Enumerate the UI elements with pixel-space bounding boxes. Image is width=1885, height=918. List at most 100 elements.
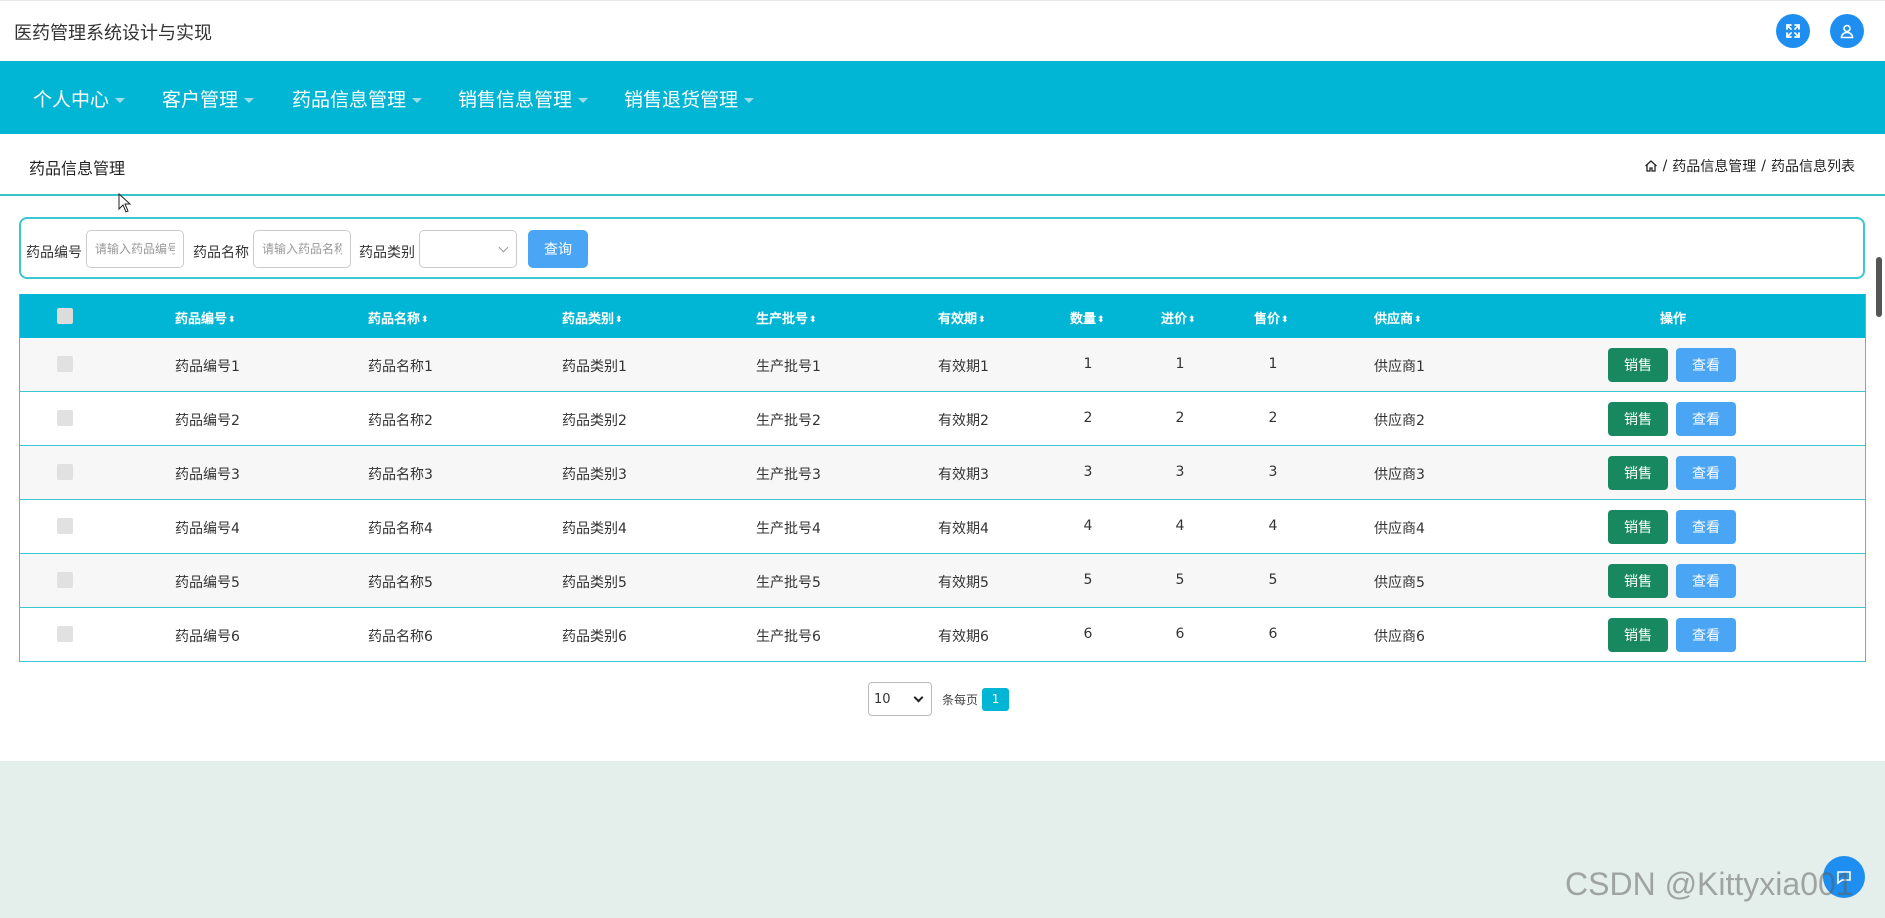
table-row: 药品编号6 药品名称6 药品类别6 生产批号6 有效期6 6 6 6 供应商6 销售 查看 [20,608,1865,662]
user-icon [1840,24,1854,39]
cell-supplier: 供应商1 [1374,359,1425,375]
view-button[interactable]: 查看 [1676,618,1736,652]
scrollbar-thumb[interactable] [1876,257,1882,317]
sort-icon: ⬍ [1281,315,1289,325]
col-expiry[interactable]: 有效期⬍ [938,308,986,327]
sort-icon: ⬍ [1097,315,1105,325]
col-label: 生产批号 [756,312,809,327]
cell-drug-code: 药品编号1 [175,359,240,375]
row-checkbox[interactable] [57,572,73,588]
cell-drug-code: 药品编号5 [175,575,240,591]
cell-drug-code: 药品编号3 [175,467,240,483]
table-body: 药品编号1 药品名称1 药品类别1 生产批号1 有效期1 1 1 1 供应商1 销售 查看 药品编号2… [20,338,1865,662]
nav-label: 销售退货管理 [624,89,739,111]
row-checkbox[interactable] [57,356,73,372]
cell-sale-price: 6 [1268,626,1278,642]
col-label: 数量 [1070,312,1097,327]
cell-supplier: 供应商2 [1374,413,1425,429]
cell-drug-name: 药品名称6 [368,629,433,645]
sort-icon: ⬍ [809,315,817,325]
col-actions: 操作 [1660,312,1687,327]
col-sale-price[interactable]: 售价⬍ [1254,308,1289,327]
caret-down-icon [244,98,255,103]
sell-button[interactable]: 销售 [1608,402,1668,436]
cell-sale-price: 1 [1268,356,1278,372]
cell-drug-category: 药品类别2 [562,413,627,429]
col-drug-name[interactable]: 药品名称⬍ [368,308,429,327]
row-checkbox[interactable] [57,410,73,426]
query-button[interactable]: 查询 [528,230,588,268]
cell-quantity: 3 [1083,464,1093,480]
view-button[interactable]: 查看 [1676,348,1736,382]
col-cost-price[interactable]: 进价⬍ [1161,308,1196,327]
row-checkbox[interactable] [57,464,73,480]
sort-icon: ⬍ [421,315,429,325]
sell-button[interactable]: 销售 [1608,618,1668,652]
cell-quantity: 5 [1083,572,1093,588]
col-label: 药品类别 [562,312,615,327]
drug-table: 药品编号⬍ 药品名称⬍ 药品类别⬍ 生产批号⬍ 有效期⬍ 数量⬍ 进价⬍ 售价⬍… [19,294,1866,662]
sort-icon: ⬍ [615,315,623,325]
drug-code-input[interactable] [86,230,184,268]
sell-button[interactable]: 销售 [1608,456,1668,490]
col-supplier[interactable]: 供应商⬍ [1374,308,1422,327]
cell-cost-price: 4 [1175,518,1185,534]
nav-drug-info-management[interactable]: 药品信息管理 [292,85,423,112]
page-header: 药品信息管理 / 药品信息管理 / 药品信息列表 [0,134,1885,196]
sort-icon: ⬍ [228,315,236,325]
drug-name-input[interactable] [253,230,351,268]
cell-drug-category: 药品类别1 [562,359,627,375]
nav-label: 销售信息管理 [458,89,573,111]
caret-down-icon [744,98,755,103]
cell-batch-number: 生产批号6 [756,629,821,645]
nav-sales-info-management[interactable]: 销售信息管理 [458,85,589,112]
chevron-down-icon [498,242,509,253]
cell-batch-number: 生产批号1 [756,359,821,375]
view-button[interactable]: 查看 [1676,564,1736,598]
view-button[interactable]: 查看 [1676,456,1736,490]
cell-supplier: 供应商6 [1374,629,1425,645]
cell-batch-number: 生产批号2 [756,413,821,429]
drug-code-label: 药品编号 [26,245,82,261]
col-drug-category[interactable]: 药品类别⬍ [562,308,623,327]
nav-customer-management[interactable]: 客户管理 [162,85,255,112]
drug-category-select[interactable] [419,230,517,268]
sell-button[interactable]: 销售 [1608,564,1668,598]
cell-sale-price: 2 [1268,410,1278,426]
cell-cost-price: 6 [1175,626,1185,642]
main-nav: 个人中心 客户管理 药品信息管理 销售信息管理 销售退货管理 [0,61,1885,134]
view-button[interactable]: 查看 [1676,510,1736,544]
cell-supplier: 供应商3 [1374,467,1425,483]
nav-sales-return-management[interactable]: 销售退货管理 [624,85,755,112]
cell-drug-category: 药品类别5 [562,575,627,591]
cell-cost-price: 3 [1175,464,1185,480]
col-drug-code[interactable]: 药品编号⬍ [175,308,236,327]
cell-cost-price: 1 [1175,356,1185,372]
fullscreen-button[interactable] [1776,14,1810,48]
row-checkbox[interactable] [57,626,73,642]
cell-cost-price: 2 [1175,410,1185,426]
cell-sale-price: 5 [1268,572,1278,588]
nav-personal-center[interactable]: 个人中心 [33,85,126,112]
cell-expiry: 有效期3 [938,467,989,483]
sort-icon: ⬍ [1188,315,1196,325]
main-content: 药品信息管理 / 药品信息管理 / 药品信息列表 药品编号 药品名称 药品类别 … [0,134,1885,761]
page-title: 药品信息管理 [29,159,126,178]
view-button[interactable]: 查看 [1676,402,1736,436]
col-quantity[interactable]: 数量⬍ [1070,308,1105,327]
breadcrumb-item[interactable]: 药品信息管理 [1672,156,1756,176]
sell-button[interactable]: 销售 [1608,348,1668,382]
table-header: 药品编号⬍ 药品名称⬍ 药品类别⬍ 生产批号⬍ 有效期⬍ 数量⬍ 进价⬍ 售价⬍… [20,294,1865,338]
page-number-current[interactable]: 1 [982,687,1010,711]
col-batch-number[interactable]: 生产批号⬍ [756,308,817,327]
row-checkbox[interactable] [57,518,73,534]
cell-drug-category: 药品类别3 [562,467,627,483]
page-size-select[interactable]: 10 [868,682,932,716]
cell-drug-name: 药品名称3 [368,467,433,483]
pagination: 10 条每页 1 [868,682,1010,716]
user-button[interactable] [1830,14,1864,48]
select-all-checkbox[interactable] [57,308,73,324]
sell-button[interactable]: 销售 [1608,510,1668,544]
nav-label: 个人中心 [33,89,110,111]
home-icon[interactable] [1644,159,1658,173]
